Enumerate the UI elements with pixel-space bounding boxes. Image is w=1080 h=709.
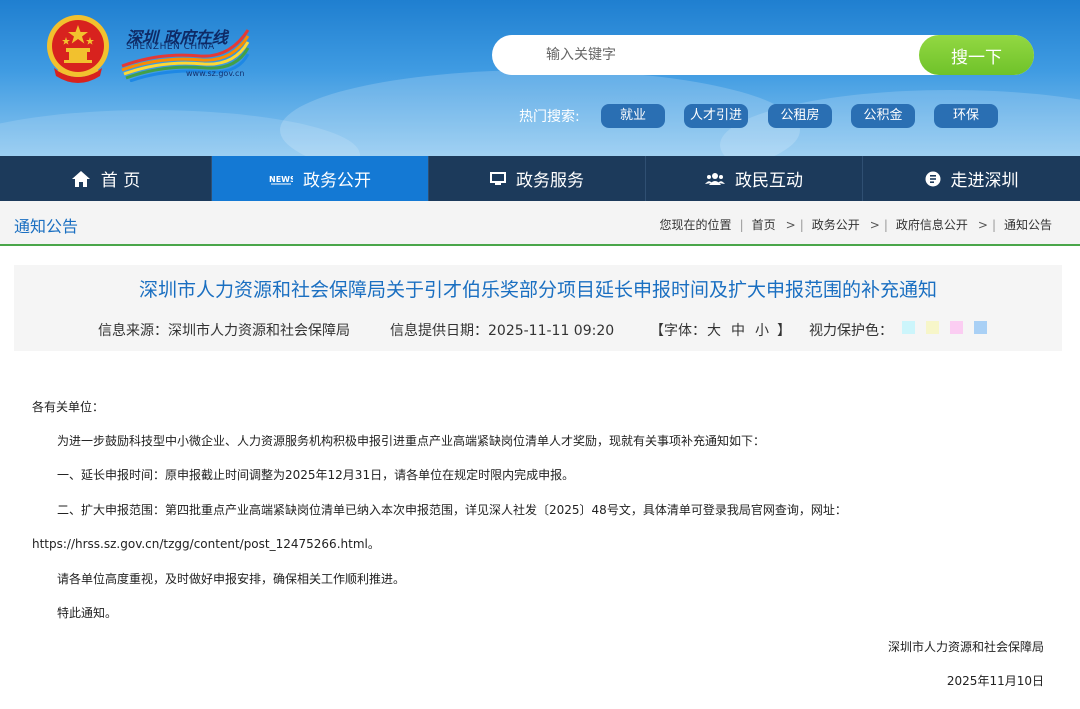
people-icon bbox=[705, 172, 725, 186]
breadcrumb-bar: 通知公告 您现在的位置 | 首页 > | 政务公开 > | 政府信息公开 > |… bbox=[0, 201, 1080, 246]
search-input[interactable] bbox=[492, 35, 922, 75]
search-button[interactable]: 搜一下 bbox=[919, 35, 1034, 75]
nav-item-label: 走进深圳 bbox=[950, 171, 1019, 191]
nav-item-home[interactable]: 首 页 bbox=[0, 156, 212, 201]
eye-care-label: 视力保护色： bbox=[809, 323, 893, 339]
breadcrumb-divider: | bbox=[883, 217, 888, 232]
signature-date: 2025年11月10日 bbox=[946, 674, 1044, 688]
font-size-medium[interactable]: 中 bbox=[731, 320, 745, 340]
nav-item-about-shenzhen[interactable]: 走进深圳 bbox=[863, 156, 1080, 201]
site-header: 深圳 政府在线 SHENZHEN CHINA www.sz.gov.cn 搜一下… bbox=[0, 0, 1080, 156]
hot-tag-jobs[interactable]: 就业 bbox=[601, 104, 665, 128]
main-nav: 首 页 NEWS 政务公开 政务服务 政民互动 走进深圳 bbox=[0, 156, 1080, 201]
monitor-icon bbox=[490, 171, 506, 186]
national-emblem-icon bbox=[47, 15, 109, 83]
news-icon: NEWS bbox=[269, 172, 293, 186]
font-size-large[interactable]: 大 bbox=[707, 320, 721, 340]
article-source: 信息来源：深圳市人力资源和社会保障局 bbox=[98, 323, 350, 339]
breadcrumb-divider: | bbox=[799, 217, 804, 232]
nav-item-label: 政务服务 bbox=[516, 171, 584, 191]
font-size-small[interactable]: 小 bbox=[755, 320, 769, 340]
info-icon bbox=[925, 171, 941, 187]
breadcrumb-divider: | bbox=[739, 217, 744, 232]
breadcrumb-link-notices[interactable]: 通知公告 bbox=[1004, 216, 1052, 233]
salutation: 各有关单位： bbox=[32, 400, 105, 414]
eye-care-swatch-pink[interactable] bbox=[950, 321, 963, 334]
breadcrumb-location-label: 您现在的位置 bbox=[659, 218, 732, 232]
font-size-close: 】 bbox=[777, 323, 791, 339]
eye-care-swatch-yellow[interactable] bbox=[926, 321, 939, 334]
body-paragraph: 请各单位高度重视，及时做好申报安排，确保相关工作顺利推进。 bbox=[57, 572, 406, 586]
nav-item-label: 首 页 bbox=[100, 171, 141, 191]
nav-item-label: 政务公开 bbox=[303, 171, 371, 191]
hot-tag-talent[interactable]: 人才引进 bbox=[684, 104, 748, 128]
breadcrumb-link-gov-affairs[interactable]: 政务公开 bbox=[812, 216, 860, 233]
signature: 深圳市人力资源和社会保障局 bbox=[887, 640, 1044, 654]
body-url-line: https://hrss.sz.gov.cn/tzgg/content/post… bbox=[32, 537, 380, 551]
svg-text:NEWS: NEWS bbox=[269, 175, 293, 184]
hot-tag-environment[interactable]: 环保 bbox=[934, 104, 998, 128]
font-size-label: 【字体： bbox=[650, 323, 706, 339]
search-box: 搜一下 bbox=[492, 35, 1034, 75]
breadcrumb-separator: > bbox=[869, 217, 880, 232]
body-paragraph: 一、延长申报时间：原申报截止时间调整为2025年12月31日，请各单位在规定时限… bbox=[57, 468, 575, 482]
breadcrumb-link-home[interactable]: 首页 bbox=[752, 216, 776, 233]
nav-item-gov-services[interactable]: 政务服务 bbox=[429, 156, 646, 201]
nav-item-label: 政民互动 bbox=[735, 171, 803, 191]
eye-care-swatch-cyan[interactable] bbox=[902, 321, 915, 334]
article-date: 信息提供日期：2025-11-11 09:20 bbox=[390, 323, 615, 339]
body-paragraph: 为进一步鼓励科技型中小微企业、人力资源服务机构积极申报引进重点产业高端紧缺岗位清… bbox=[57, 434, 766, 448]
nav-item-interaction[interactable]: 政民互动 bbox=[646, 156, 863, 201]
breadcrumb-link-gov-info[interactable]: 政府信息公开 bbox=[896, 216, 968, 233]
article-title: 深圳市人力资源和社会保障局关于引才伯乐奖部分项目延长申报时间及扩大申报范围的补充… bbox=[138, 279, 937, 301]
logo-english-text: SHENZHEN CHINA bbox=[126, 42, 215, 52]
breadcrumb-divider: | bbox=[991, 217, 996, 232]
eye-care-swatch-blue[interactable] bbox=[974, 321, 987, 334]
breadcrumb-separator: > bbox=[977, 217, 988, 232]
logo-url-text: www.sz.gov.cn bbox=[186, 69, 245, 78]
article-header: 深圳市人力资源和社会保障局关于引才伯乐奖部分项目延长申报时间及扩大申报范围的补充… bbox=[14, 265, 1062, 351]
section-title: 通知公告 bbox=[14, 217, 79, 236]
breadcrumb-separator: > bbox=[785, 217, 796, 232]
hot-tag-housing-fund[interactable]: 公积金 bbox=[851, 104, 915, 128]
hot-search-label: 热门搜索: bbox=[519, 109, 580, 125]
home-icon bbox=[71, 170, 91, 188]
breadcrumb: 您现在的位置 | 首页 > | 政务公开 > | 政府信息公开 > | 通知公告 bbox=[660, 216, 1052, 233]
closing-line: 特此通知。 bbox=[57, 606, 118, 620]
body-paragraph: 二、扩大申报范围：第四批重点产业高端紧缺岗位清单已纳入本次申报范围，详见深人社发… bbox=[57, 503, 847, 517]
nav-item-gov-affairs[interactable]: NEWS 政务公开 bbox=[212, 156, 429, 201]
hot-tag-public-housing[interactable]: 公租房 bbox=[768, 104, 832, 128]
